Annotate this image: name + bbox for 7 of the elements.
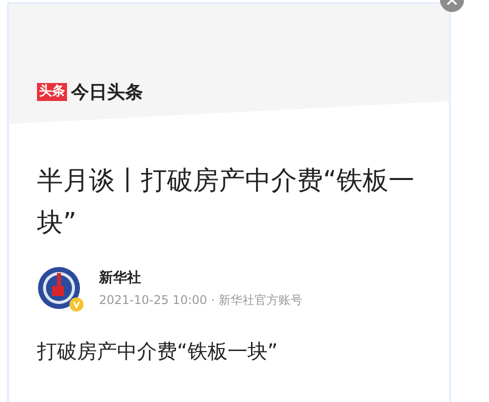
article-title: 半月谈丨打破房产中介费“铁板一块”	[37, 165, 416, 240]
logo-badge: 头条	[37, 83, 67, 101]
avatar-icon	[37, 266, 81, 310]
author-name[interactable]: 新华社	[99, 268, 303, 288]
app-name: 今日头条	[71, 81, 143, 104]
article-subtitle: 打破房产中介费“铁板一块”	[37, 338, 279, 365]
publish-info: 2021-10-25 10:00 · 新华社官方账号	[99, 292, 303, 308]
